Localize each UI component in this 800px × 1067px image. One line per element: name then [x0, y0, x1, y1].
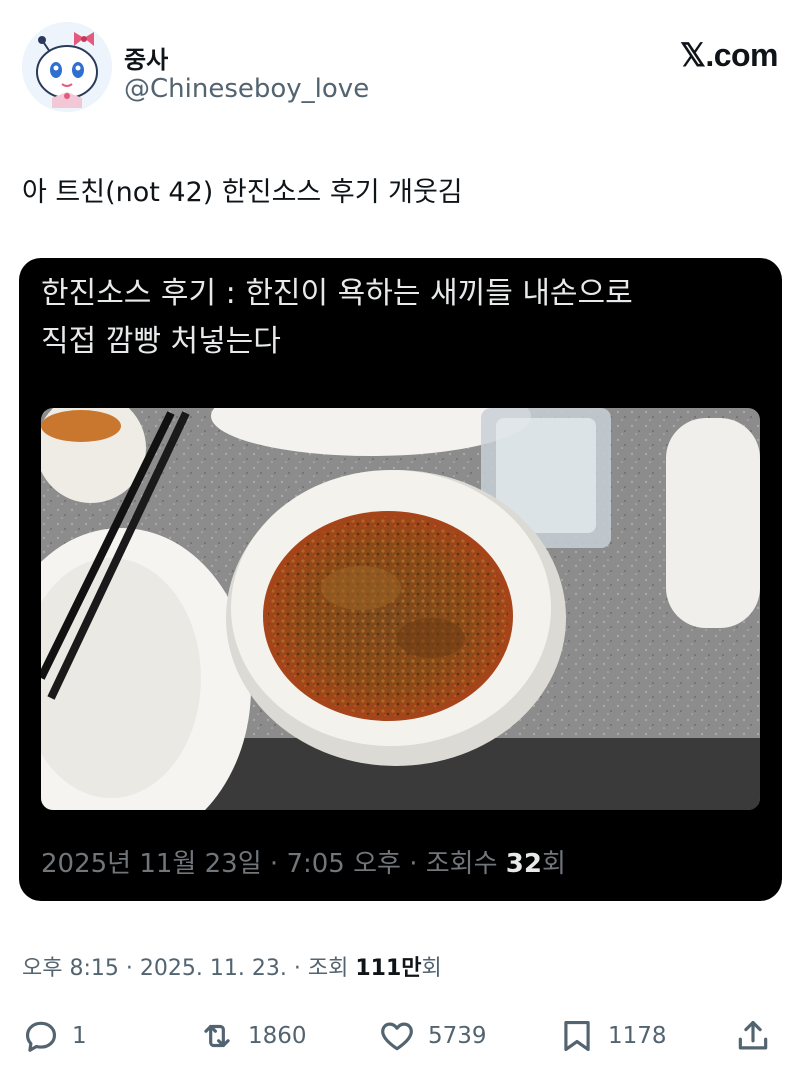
separator: ·	[409, 849, 426, 879]
action-bar: 1 1860 5739 1178	[22, 1012, 778, 1060]
separator: ·	[125, 956, 140, 981]
avatar[interactable]	[22, 22, 112, 112]
brand-logo: 𝕏.com	[680, 37, 778, 73]
views-label: 조회	[307, 956, 349, 981]
tweet-meta: 오후 8:15 · 2025. 11. 23. · 조회 111만회	[22, 950, 442, 982]
quoted-time: 7:05 오후	[286, 849, 401, 879]
author-name[interactable]: 중사	[124, 40, 168, 75]
share-button[interactable]	[734, 1012, 772, 1060]
quoted-post-text: 한진소스 후기 : 한진이 욕하는 새끼들 내손으로 직접 깜빵 처넣는다	[41, 270, 761, 366]
bookmark-icon	[564, 1020, 590, 1052]
tweet-text: 아 트친(not 42) 한진소스 후기 개웃김	[22, 177, 463, 208]
sauce-bowl-photo	[41, 408, 760, 810]
quoted-photo[interactable]	[41, 408, 760, 810]
separator: ·	[293, 956, 308, 981]
avatar-character-icon	[22, 22, 112, 112]
tweet-header: 중사 @Chineseboy_love 𝕏.com	[22, 22, 778, 122]
author-handle[interactable]: @Chineseboy_love	[124, 74, 369, 104]
reply-button[interactable]: 1	[22, 1012, 87, 1060]
quoted-text-line: 한진소스 후기 : 한진이 욕하는 새끼들 내손으로	[41, 276, 633, 311]
like-button[interactable]: 5739	[378, 1012, 487, 1060]
quoted-views-count: 32	[505, 849, 542, 879]
bookmark-button[interactable]: 1178	[558, 1012, 667, 1060]
views-unit: 만	[401, 956, 422, 981]
tweet-time[interactable]: 오후 8:15	[22, 956, 119, 981]
reply-icon	[25, 1021, 57, 1052]
tweet-date[interactable]: 2025. 11. 23.	[140, 956, 287, 981]
separator: ·	[269, 849, 287, 879]
quoted-date: 2025년 11월 23일	[41, 849, 262, 879]
views-count: 111	[355, 956, 402, 981]
quoted-views-suffix: 회	[541, 849, 566, 879]
reply-count: 1	[72, 1023, 87, 1049]
quoted-post-meta: 2025년 11월 23일 · 7:05 오후 · 조회수 32회	[41, 843, 566, 880]
retweet-count: 1860	[248, 1023, 307, 1049]
quoted-views-label: 조회수	[425, 849, 498, 879]
views-suffix: 회	[421, 956, 442, 981]
quoted-post-card[interactable]: 한진소스 후기 : 한진이 욕하는 새끼들 내손으로 직접 깜빵 처넣는다 20…	[19, 258, 782, 901]
retweet-icon	[204, 1024, 230, 1048]
like-count: 5739	[428, 1023, 487, 1049]
retweet-button[interactable]: 1860	[198, 1012, 307, 1060]
share-icon	[738, 1020, 768, 1050]
bookmark-count: 1178	[608, 1023, 667, 1049]
quoted-text-line: 직접 깜빵 처넣는다	[41, 324, 281, 359]
like-icon	[381, 1022, 413, 1051]
